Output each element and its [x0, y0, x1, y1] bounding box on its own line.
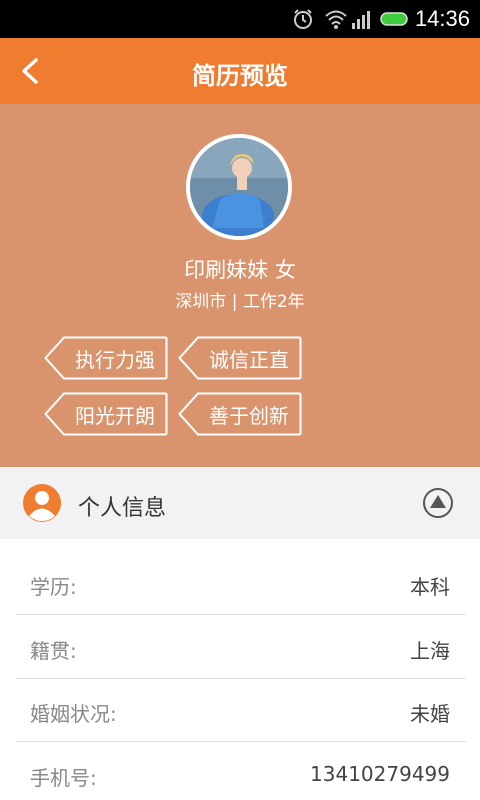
info-label: 手机号:	[30, 766, 97, 790]
section-title: 个人信息	[78, 496, 167, 521]
profile-location-experience: 深圳市 | 工作2年	[175, 292, 305, 312]
profile-name: 印刷妹妹 女	[184, 258, 296, 282]
info-row-education: 学历: 本科	[16, 551, 466, 615]
battery-icon	[380, 12, 408, 26]
info-value: 上海	[410, 639, 450, 663]
tag-label: 阳光开朗	[75, 404, 155, 428]
info-value: 13410279499	[310, 762, 450, 786]
tag-item: 阳光开朗	[44, 392, 168, 436]
info-row-marital-status: 婚姻状况: 未婚	[16, 678, 466, 742]
tag-item: 诚信正直	[178, 336, 302, 380]
profile-header: 印刷妹妹 女 深圳市 | 工作2年 执行力强 诚信正直 阳光开朗 善于创新	[0, 104, 480, 467]
wifi-icon	[325, 10, 347, 29]
info-label: 婚姻状况:	[30, 702, 117, 726]
info-label: 籍贯:	[30, 639, 77, 663]
signal-icon	[352, 11, 370, 29]
info-value: 未婚	[410, 702, 450, 726]
info-row-hometown: 籍贯: 上海	[16, 615, 466, 679]
status-time: 14:36	[414, 6, 470, 31]
info-row-phone: 手机号: 13410279499	[16, 742, 466, 800]
avatar[interactable]	[186, 134, 292, 240]
title-bar: 简历预览	[0, 38, 480, 104]
info-value: 本科	[410, 575, 450, 599]
tag-label: 执行力强	[75, 348, 155, 372]
tag-label: 善于创新	[209, 404, 289, 428]
avatar-image	[190, 138, 288, 236]
tag-label: 诚信正直	[209, 348, 289, 372]
collapse-up-icon[interactable]	[422, 487, 454, 519]
tag-item: 善于创新	[178, 392, 302, 436]
user-icon	[23, 484, 61, 522]
personal-info-section-header[interactable]: 个人信息	[0, 467, 480, 539]
tag-item: 执行力强	[44, 336, 168, 380]
info-label: 学历:	[30, 575, 77, 599]
alarm-icon	[294, 9, 312, 29]
status-bar: 14:36	[0, 0, 480, 38]
page-title: 简历预览	[192, 62, 288, 90]
